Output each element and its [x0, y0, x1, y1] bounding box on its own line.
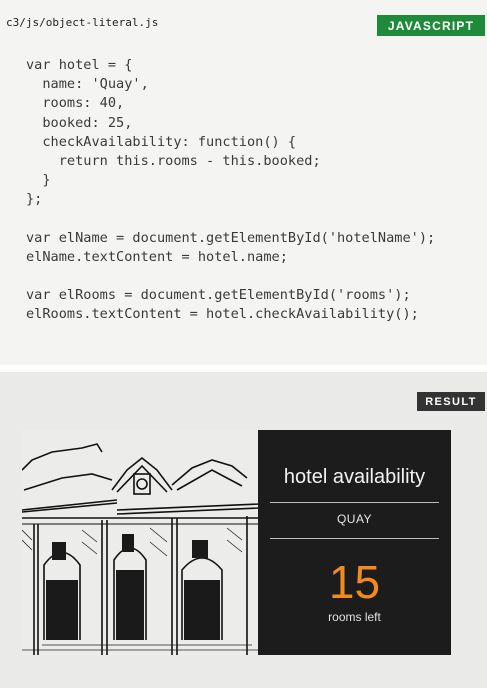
code-line: return this.rooms - this.booked; [26, 152, 321, 169]
code-line: name: 'Quay', [26, 76, 149, 93]
code-line: elName.textContent = hotel.name; [26, 248, 288, 265]
code-line: } [26, 172, 51, 189]
divider [270, 502, 439, 503]
availability-card: hotel availability QUAY 15 rooms left [258, 430, 451, 655]
code-line: checkAvailability: function() { [26, 133, 297, 150]
code-line: }; [26, 191, 43, 208]
result-badge: RESULT [417, 392, 485, 411]
divider [270, 538, 439, 539]
result-panel: RESULT hotel availability QUAY 15 rooms … [0, 372, 487, 688]
code-panel: c3/js/object-literal.js JAVASCRIPT var h… [0, 0, 487, 365]
card-title: hotel availability [283, 466, 426, 488]
file-path: c3/js/object-literal.js [6, 16, 159, 29]
code-block: var hotel = { name: 'Quay', rooms: 40, b… [26, 56, 435, 325]
rooms-count: 15 [328, 556, 381, 608]
code-line: booked: 25, [26, 114, 133, 131]
code-line: elRooms.textContent = hotel.checkAvailab… [26, 306, 419, 323]
code-line: var elRooms = document.getElementById('r… [26, 287, 411, 304]
code-line: rooms: 40, [26, 95, 125, 112]
code-line: var hotel = { [26, 57, 133, 73]
language-badge: JAVASCRIPT [377, 15, 485, 36]
building-sketch-image [22, 430, 260, 655]
rooms-caption: rooms left [328, 610, 381, 624]
hotel-name: QUAY [336, 512, 373, 526]
code-line: var elName = document.getElementById('ho… [26, 229, 436, 246]
